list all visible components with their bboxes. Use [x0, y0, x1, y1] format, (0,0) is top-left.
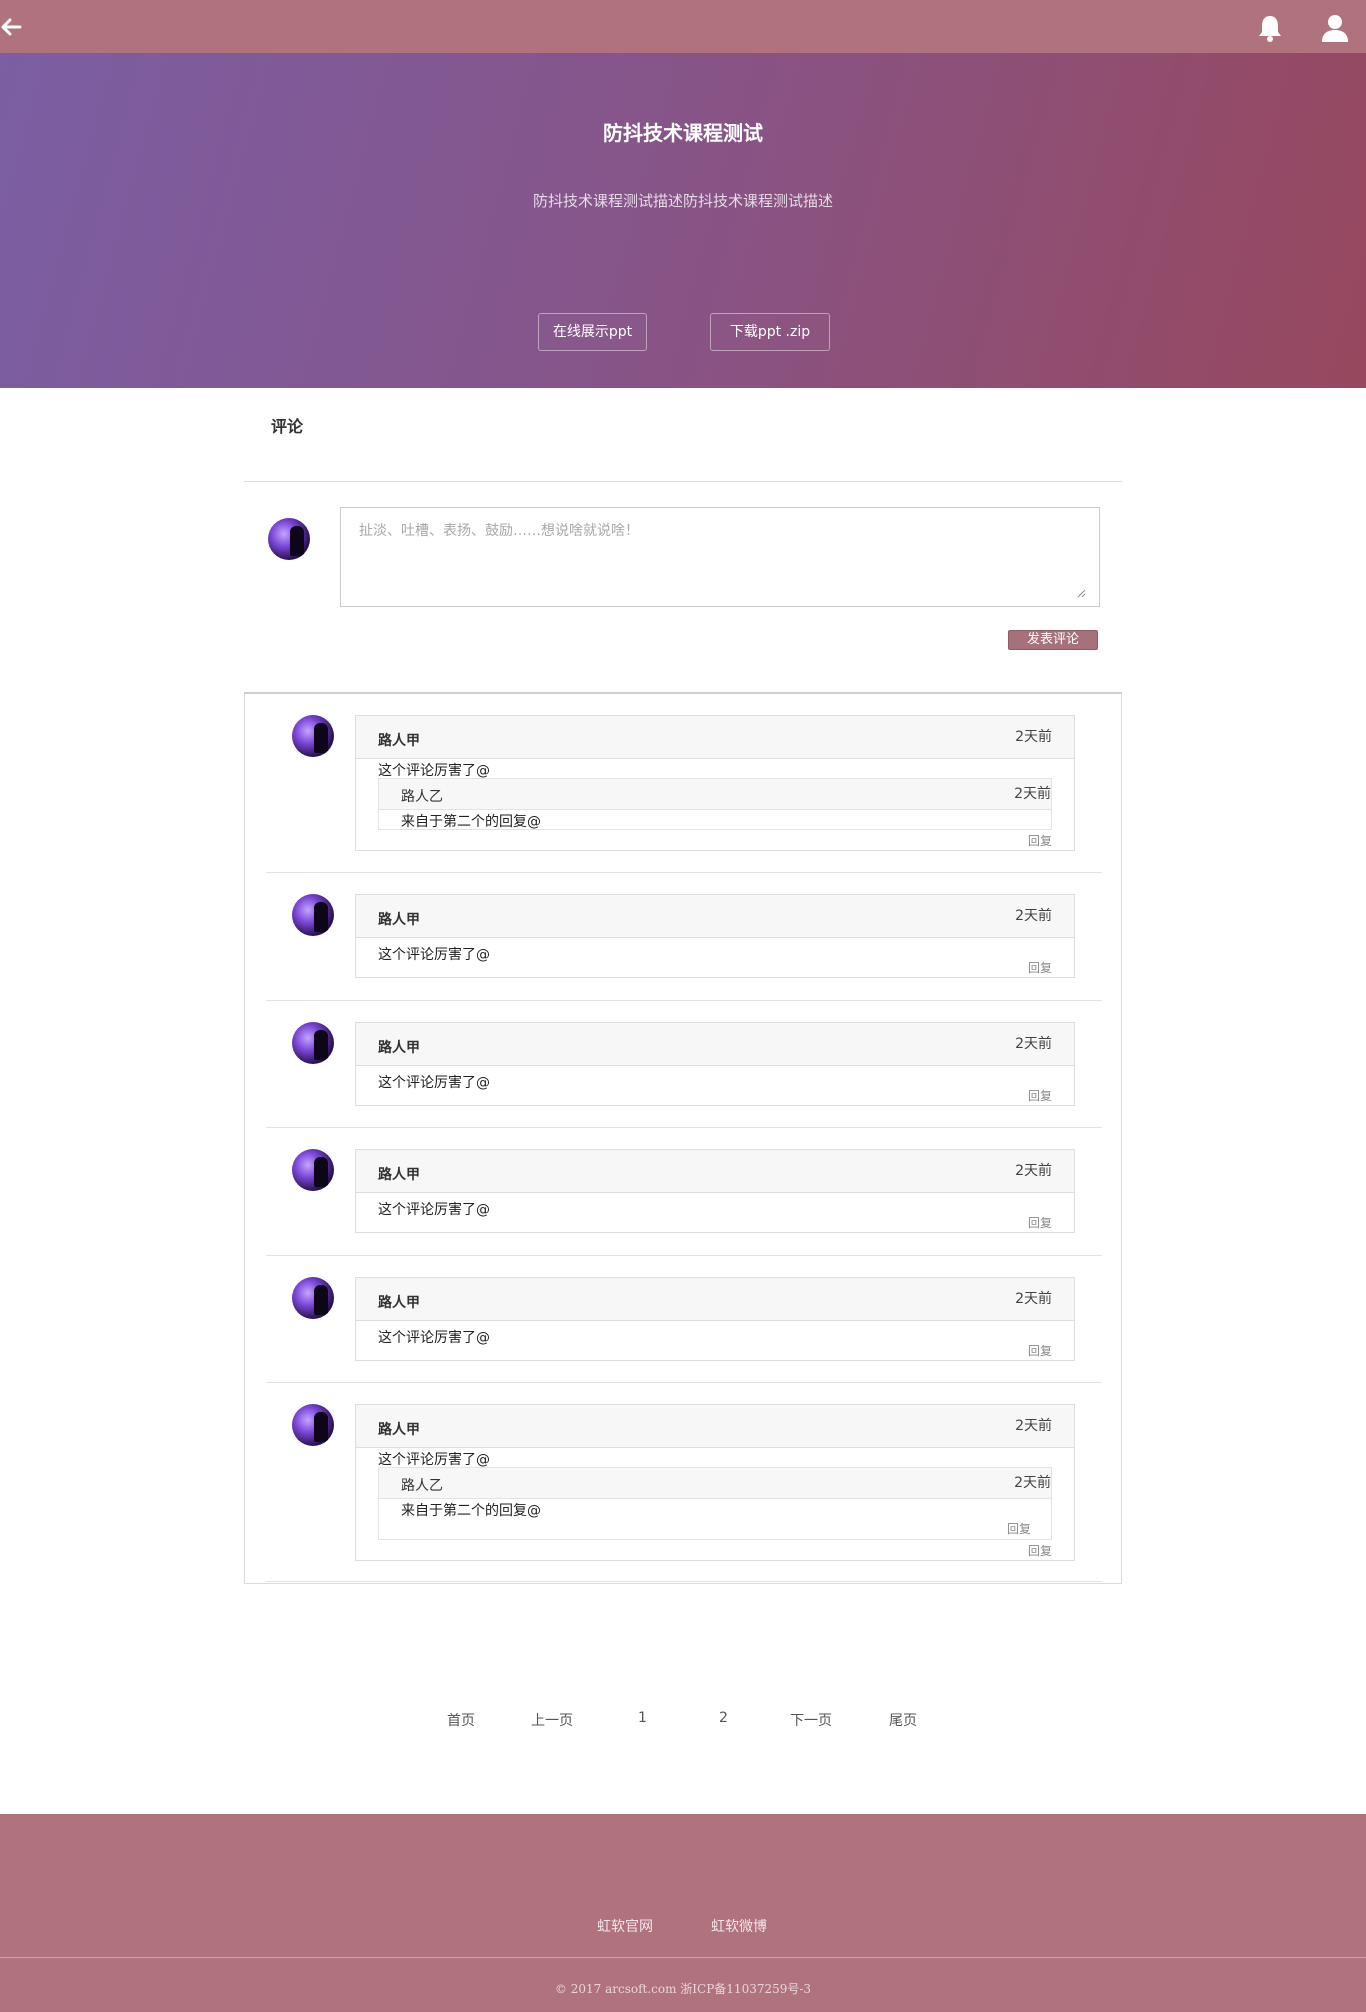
reply-button[interactable]: 回复 — [1028, 832, 1052, 849]
comment-author: 路人甲 — [378, 1040, 420, 1056]
comment-author: 路人甲 — [378, 733, 420, 749]
bell-icon[interactable] — [1256, 13, 1284, 43]
copyright-text: © 2017 arcsoft.com 浙ICP备11037259号-3 — [554, 1982, 812, 1996]
sub-reply-time: 2天前 — [1014, 1475, 1051, 1491]
comment-author: 路人甲 — [378, 1422, 420, 1438]
divider — [244, 481, 1122, 482]
comment-header: 路人甲 2天前 — [356, 1278, 1074, 1321]
comment-time: 2天前 — [1015, 1418, 1052, 1434]
comment-header: 路人甲 2天前 — [356, 1023, 1074, 1066]
comment-text: 这个评论厉害了@ — [378, 1330, 490, 1346]
comment-text: 这个评论厉害了@ — [378, 1452, 490, 1468]
comment-card: 路人甲 2天前 这个评论厉害了@ 路人乙 2天前 来自于第二个的回复@ 回复 回… — [355, 1404, 1075, 1561]
avatar — [292, 1149, 334, 1191]
avatar — [292, 715, 334, 757]
pagination: 首页 上一页 1 2 下一页 尾页 — [0, 1710, 1366, 1734]
resize-grip-icon[interactable] — [1076, 588, 1086, 598]
comment-card: 路人甲 2天前 这个评论厉害了@ 回复 — [355, 1022, 1075, 1106]
avatar — [292, 1022, 334, 1064]
comment-header: 路人甲 2天前 — [356, 1405, 1074, 1448]
comment-input[interactable] — [340, 507, 1100, 607]
comment-card: 路人甲 2天前 这个评论厉害了@ 回复 — [355, 1149, 1075, 1233]
arrow-left-icon[interactable] — [0, 14, 26, 40]
comments-title: 评论 — [271, 417, 304, 436]
comment-author: 路人甲 — [378, 1167, 420, 1183]
avatar — [268, 518, 310, 560]
comment-header: 路人甲 2天前 — [356, 895, 1074, 938]
comment-item: 路人甲 2天前 这个评论厉害了@ 回复 — [245, 873, 1123, 1001]
page-next-link[interactable]: 下一页 — [790, 1710, 832, 1730]
comment-item: 路人甲 2天前 这个评论厉害了@ 路人乙 2天前 来自于第二个的回复@ 回复 — [245, 694, 1123, 873]
sub-reply-text: 来自于第二个的回复@ — [401, 1503, 541, 1519]
comment-text: 这个评论厉害了@ — [378, 763, 490, 779]
comment-author: 路人甲 — [378, 1295, 420, 1311]
online-ppt-button[interactable]: 在线展示ppt — [538, 313, 647, 351]
course-title: 防抖技术课程测试 — [603, 121, 763, 145]
sub-reply-text: 来自于第二个的回复@ — [401, 814, 541, 830]
arcsoft-site-link[interactable]: 虹软官网 — [597, 1916, 653, 1936]
reply-button[interactable]: 回复 — [1028, 1542, 1052, 1559]
comment-list: 路人甲 2天前 这个评论厉害了@ 路人乙 2天前 来自于第二个的回复@ 回复 路… — [244, 692, 1122, 1584]
divider — [266, 1581, 1102, 1582]
submit-comment-button[interactable]: 发表评论 — [1008, 630, 1098, 650]
comment-card: 路人甲 2天前 这个评论厉害了@ 回复 — [355, 894, 1075, 978]
sub-reply-header: 路人乙 2天前 — [379, 1468, 1051, 1499]
arcsoft-weibo-link[interactable]: 虹软微博 — [711, 1916, 767, 1936]
page-last-link[interactable]: 尾页 — [889, 1710, 917, 1730]
divider — [0, 1957, 1366, 1958]
comment-time: 2天前 — [1015, 1036, 1052, 1052]
comment-time: 2天前 — [1015, 908, 1052, 924]
avatar — [292, 1277, 334, 1319]
comment-text: 这个评论厉害了@ — [378, 947, 490, 963]
footer: 虹软官网 虹软微博 © 2017 arcsoft.com 浙ICP备110372… — [0, 1814, 1366, 2012]
top-bar — [0, 0, 1366, 53]
comment-header: 路人甲 2天前 — [356, 716, 1074, 759]
course-hero: 防抖技术课程测试 防抖技术课程测试描述防抖技术课程测试描述 在线展示ppt 下载… — [0, 53, 1366, 388]
comment-time: 2天前 — [1015, 729, 1052, 745]
comment-item: 路人甲 2天前 这个评论厉害了@ 回复 — [245, 1128, 1123, 1256]
page-2-link[interactable]: 2 — [719, 1710, 728, 1726]
avatar — [292, 1404, 334, 1446]
avatar — [292, 894, 334, 936]
page-1-link[interactable]: 1 — [638, 1710, 647, 1726]
sub-reply-button[interactable]: 回复 — [1007, 1520, 1031, 1537]
comment-card: 路人甲 2天前 这个评论厉害了@ 回复 — [355, 1277, 1075, 1361]
reply-button[interactable]: 回复 — [1028, 959, 1052, 976]
sub-reply-author: 路人乙 — [401, 1478, 443, 1494]
reply-button[interactable]: 回复 — [1028, 1214, 1052, 1231]
sub-reply-header: 路人乙 2天前 — [379, 779, 1051, 810]
sub-reply-time: 2天前 — [1014, 786, 1051, 802]
comment-card: 路人甲 2天前 这个评论厉害了@ 路人乙 2天前 来自于第二个的回复@ 回复 — [355, 715, 1075, 851]
comment-header: 路人甲 2天前 — [356, 1150, 1074, 1193]
comment-text: 这个评论厉害了@ — [378, 1075, 490, 1091]
download-ppt-button[interactable]: 下载ppt .zip — [710, 313, 830, 351]
comment-text: 这个评论厉害了@ — [378, 1202, 490, 1218]
comment-time: 2天前 — [1015, 1291, 1052, 1307]
user-icon[interactable] — [1321, 13, 1349, 43]
course-description: 防抖技术课程测试描述防抖技术课程测试描述 — [532, 192, 833, 210]
page-first-link[interactable]: 首页 — [447, 1710, 475, 1730]
reply-button[interactable]: 回复 — [1028, 1342, 1052, 1359]
sub-reply-author: 路人乙 — [401, 789, 443, 805]
comment-item: 路人甲 2天前 这个评论厉害了@ 回复 — [245, 1001, 1123, 1128]
reply-button[interactable]: 回复 — [1028, 1087, 1052, 1104]
comment-author: 路人甲 — [378, 912, 420, 928]
page-prev-link[interactable]: 上一页 — [531, 1710, 573, 1730]
comment-time: 2天前 — [1015, 1163, 1052, 1179]
sub-reply: 路人乙 2天前 来自于第二个的回复@ 回复 — [378, 1467, 1052, 1540]
comment-item: 路人甲 2天前 这个评论厉害了@ 路人乙 2天前 来自于第二个的回复@ 回复 回… — [245, 1383, 1123, 1583]
comment-item: 路人甲 2天前 这个评论厉害了@ 回复 — [245, 1256, 1123, 1383]
sub-reply: 路人乙 2天前 来自于第二个的回复@ — [378, 778, 1052, 830]
